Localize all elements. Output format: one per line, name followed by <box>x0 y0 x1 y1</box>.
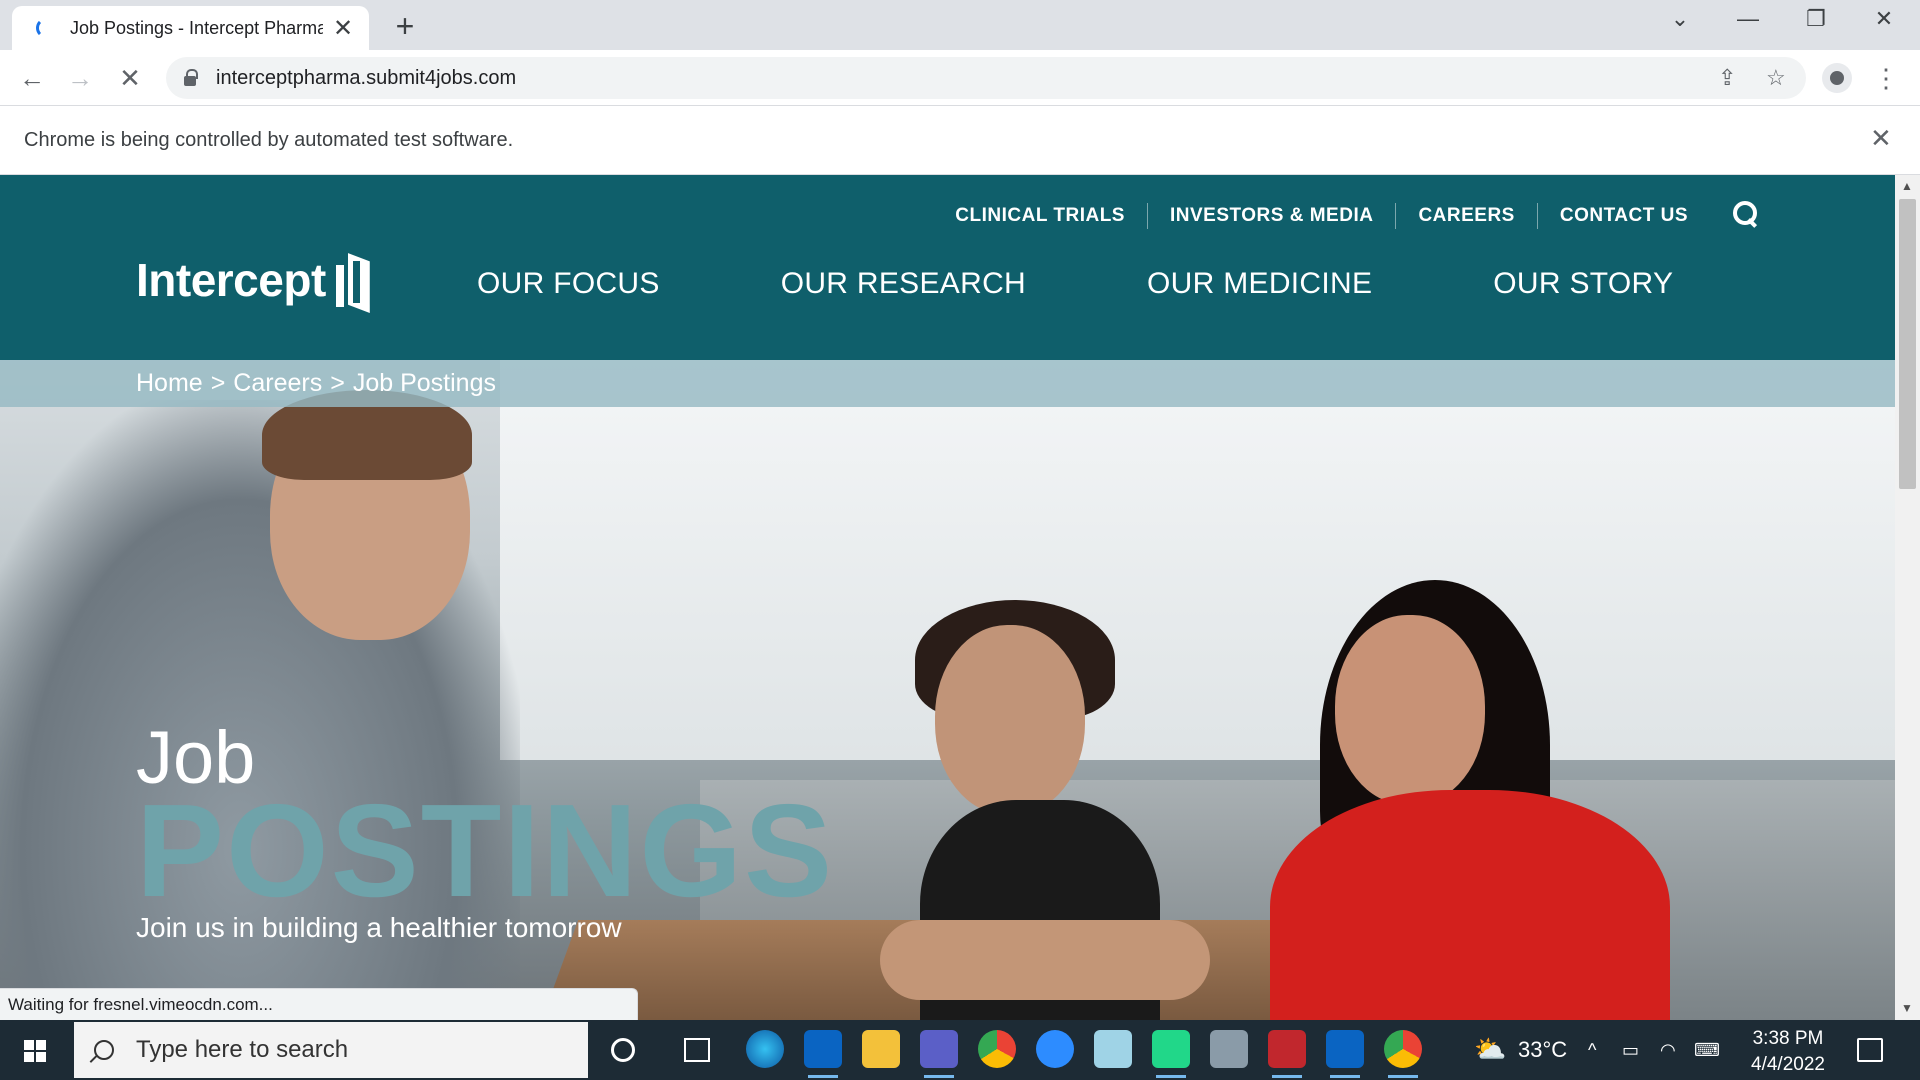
task-view-icon[interactable] <box>684 1038 710 1062</box>
main-nav-our-research[interactable]: OUR RESEARCH <box>781 267 1026 301</box>
snipping-tool-icon[interactable] <box>1268 1030 1306 1078</box>
chrome-active-icon[interactable] <box>1384 1030 1422 1078</box>
notification-center-icon[interactable] <box>1857 1038 1883 1062</box>
windows-taskbar: Type here to search ⛅ 33°C ^ ▭ ◠ ⌨ 3:38 … <box>0 1020 1920 1080</box>
address-bar[interactable]: interceptpharma.submit4jobs.com ⇪ ☆ <box>166 57 1806 99</box>
clock-date: 4/4/2022 <box>1751 1054 1825 1075</box>
intercept-logo[interactable]: Intercept <box>136 247 374 313</box>
tab-close-icon[interactable]: ✕ <box>331 14 355 43</box>
hero-subtitle: Join us in building a healthier tomorrow <box>136 912 622 943</box>
share-icon[interactable]: ⇪ <box>1718 57 1736 99</box>
battery-icon[interactable]: ▭ <box>1622 1040 1639 1061</box>
bookmark-star-icon[interactable]: ☆ <box>1766 57 1786 99</box>
logo-mark-icon <box>334 247 374 313</box>
main-nav-our-story[interactable]: OUR STORY <box>1493 267 1673 301</box>
clock-time: 3:38 PM <box>1752 1028 1824 1049</box>
notepad-icon[interactable] <box>1094 1030 1132 1068</box>
page-viewport: CLINICAL TRIALS INVESTORS & MEDIA CAREER… <box>0 175 1895 1020</box>
taskbar-search-box[interactable]: Type here to search <box>74 1022 588 1078</box>
menu-kebab-icon[interactable]: ⋮ <box>1868 60 1904 96</box>
edge-icon[interactable] <box>746 1030 784 1068</box>
restore-button[interactable]: ❐ <box>1796 6 1836 32</box>
scroll-down-icon[interactable]: ▼ <box>1901 1001 1913 1015</box>
lock-icon[interactable] <box>184 69 198 86</box>
calculator-icon[interactable] <box>1210 1030 1248 1068</box>
tab-search-chevron-icon[interactable]: ⌄ <box>1660 6 1700 32</box>
back-arrow-icon[interactable]: ← <box>14 60 50 96</box>
tray-chevron-icon[interactable]: ^ <box>1588 1040 1596 1061</box>
tab-title: Job Postings - Intercept Pharmac <box>70 17 323 38</box>
minimize-button[interactable]: — <box>1728 6 1768 32</box>
search-icon[interactable] <box>1731 199 1761 229</box>
utility-nav-clinical-trials[interactable]: CLINICAL TRIALS <box>933 203 1148 229</box>
breadcrumb-separator: > <box>330 369 345 397</box>
hero-title-large: POSTINGS <box>136 777 835 924</box>
keyboard-icon[interactable]: ⌨ <box>1694 1040 1720 1061</box>
site-header: CLINICAL TRIALS INVESTORS & MEDIA CAREER… <box>0 175 1895 360</box>
page-scrollbar[interactable]: ▲ ▼ <box>1895 175 1920 1020</box>
scroll-up-icon[interactable]: ▲ <box>1901 179 1913 193</box>
windows-start-icon[interactable] <box>24 1040 46 1062</box>
outlook-second-icon[interactable] <box>1326 1030 1364 1078</box>
cortana-icon[interactable] <box>611 1038 635 1062</box>
weather-icon[interactable]: ⛅ <box>1474 1034 1506 1065</box>
stop-loading-icon[interactable]: ✕ <box>112 60 148 96</box>
automation-infobar: Chrome is being controlled by automated … <box>0 107 1920 175</box>
utility-nav: CLINICAL TRIALS INVESTORS & MEDIA CAREER… <box>933 203 1710 229</box>
taskbar-clock[interactable]: 3:38 PM 4/4/2022 <box>1748 1026 1828 1078</box>
url-text[interactable]: interceptpharma.submit4jobs.com <box>216 67 516 90</box>
breadcrumb: Home > Careers > Job Postings <box>0 360 1895 407</box>
zoom-icon[interactable] <box>1036 1030 1074 1068</box>
browser-tab[interactable]: Job Postings - Intercept Pharmac ✕ <box>12 6 369 50</box>
main-nav-our-medicine[interactable]: OUR MEDICINE <box>1147 267 1372 301</box>
weather-temp[interactable]: 33°C <box>1518 1037 1567 1063</box>
new-tab-button[interactable]: + <box>390 8 420 45</box>
profile-avatar-icon[interactable] <box>1822 63 1852 93</box>
status-bubble: Waiting for fresnel.vimeocdn.com... <box>0 988 638 1020</box>
breadcrumb-current: Job Postings <box>352 369 496 397</box>
utility-nav-investors-media[interactable]: INVESTORS & MEDIA <box>1148 203 1397 229</box>
infobar-message: Chrome is being controlled by automated … <box>24 129 514 151</box>
logo-text: Intercept <box>136 254 326 306</box>
close-window-button[interactable]: ✕ <box>1864 6 1904 32</box>
utility-nav-contact-us[interactable]: CONTACT US <box>1538 203 1710 229</box>
tab-strip: Job Postings - Intercept Pharmac ✕ + ⌄ —… <box>0 0 1920 50</box>
breadcrumb-separator: > <box>210 369 226 397</box>
file-explorer-icon[interactable] <box>862 1030 900 1068</box>
scroll-thumb[interactable] <box>1899 199 1916 489</box>
wifi-icon[interactable]: ◠ <box>1660 1040 1676 1061</box>
chrome-icon[interactable] <box>978 1030 1016 1068</box>
main-nav-our-focus[interactable]: OUR FOCUS <box>477 267 660 301</box>
infobar-close-icon[interactable]: ✕ <box>1870 123 1892 154</box>
loading-spinner-icon <box>36 18 56 38</box>
pycharm-icon[interactable] <box>1152 1030 1190 1078</box>
forward-arrow-icon[interactable]: → <box>62 60 98 96</box>
utility-nav-careers[interactable]: CAREERS <box>1396 203 1538 229</box>
taskbar-search-placeholder: Type here to search <box>136 1036 349 1063</box>
breadcrumb-careers[interactable]: Careers <box>233 369 322 398</box>
browser-toolbar: ← → ✕ interceptpharma.submit4jobs.com ⇪ … <box>0 50 1920 106</box>
teams-icon[interactable] <box>920 1030 958 1078</box>
search-glass-icon <box>94 1040 114 1060</box>
outlook-icon[interactable] <box>804 1030 842 1078</box>
main-nav: OUR FOCUS OUR RESEARCH OUR MEDICINE OUR … <box>477 267 1794 301</box>
breadcrumb-home[interactable]: Home <box>136 369 203 398</box>
